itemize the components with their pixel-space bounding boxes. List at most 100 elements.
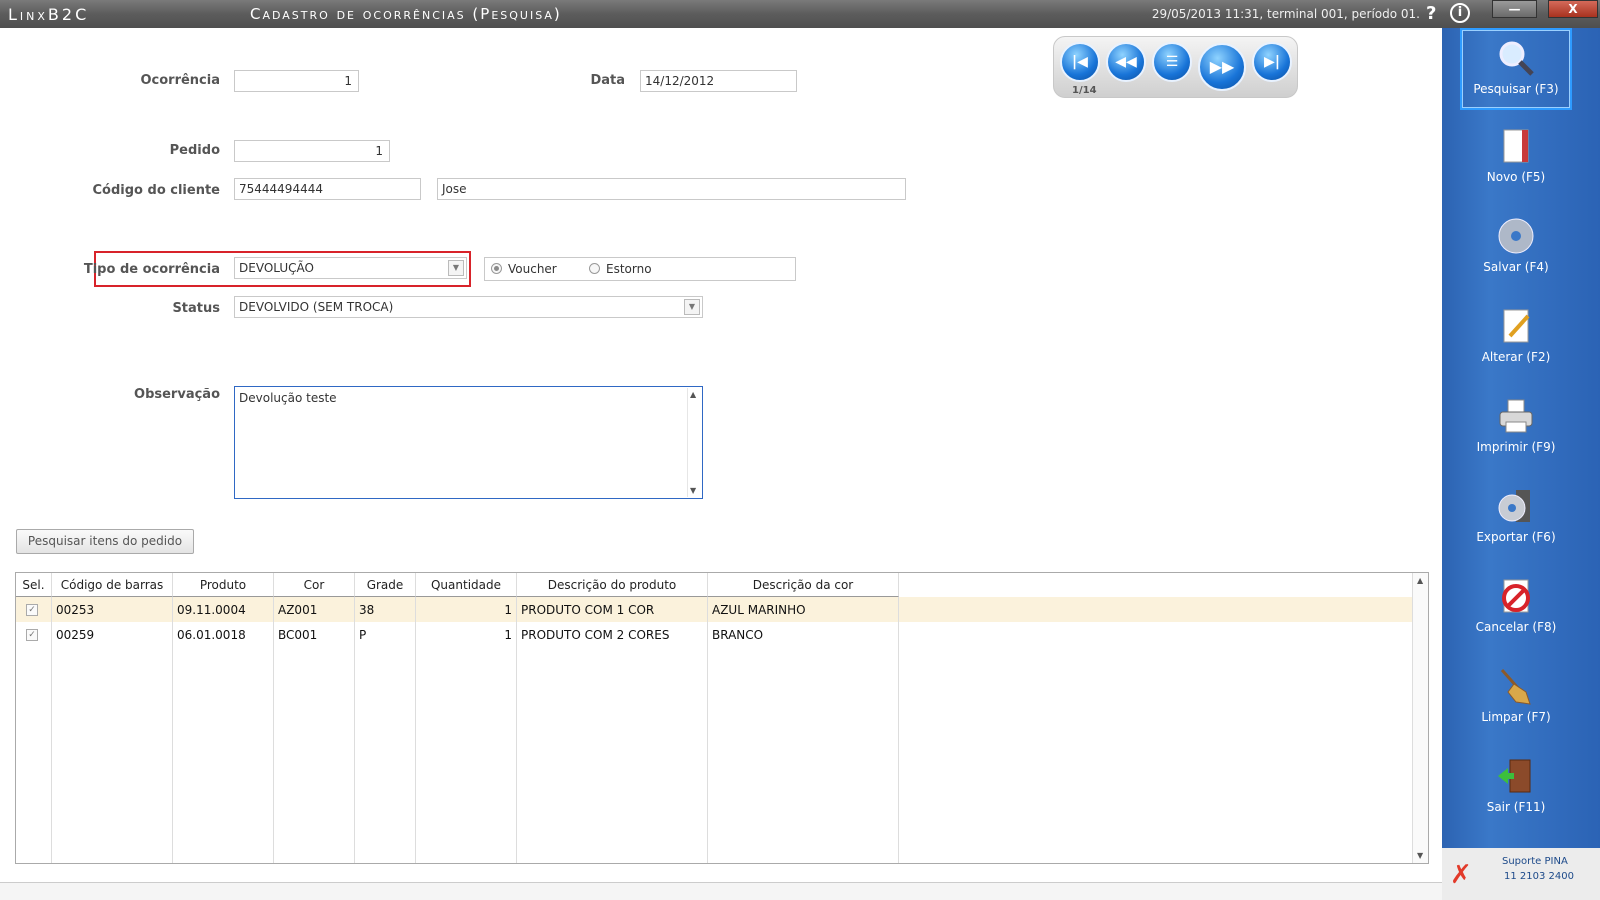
cancel-icon [1496, 576, 1536, 616]
voucher-radio[interactable]: Voucher [491, 262, 557, 276]
column-header-desc-cor[interactable]: Descrição da cor [708, 573, 899, 597]
cell-cor: BC001 [278, 628, 318, 642]
cliente-name-field[interactable]: Jose [437, 178, 906, 200]
ocorrencia-label: Ocorrência [140, 73, 220, 88]
new-button[interactable]: Novo (F5) [1460, 118, 1572, 200]
scroll-up-icon[interactable]: ▲ [1417, 576, 1423, 585]
record-counter: 1/14 [1072, 85, 1097, 96]
status-select-value: DEVOLVIDO (SEM TROCA) [239, 300, 394, 314]
printer-icon [1496, 396, 1536, 436]
info-icon[interactable]: i [1450, 3, 1470, 23]
radio-checked-icon [491, 263, 502, 274]
title-bar: LinxB2C Cadastro de ocorrências (Pesquis… [0, 0, 1600, 28]
cell-produto: 09.11.0004 [177, 603, 246, 617]
disc-icon [1496, 216, 1536, 256]
status-select[interactable]: DEVOLVIDO (SEM TROCA) ▼ [234, 296, 703, 318]
help-icon[interactable]: ? [1426, 3, 1436, 24]
cell-desc-produto: PRODUTO COM 2 CORES [521, 628, 670, 642]
row-checkbox[interactable]: ✓ [26, 629, 38, 641]
column-divider [516, 597, 517, 863]
support-phone: 11 2103 2400 [1504, 871, 1574, 882]
column-header-produto[interactable]: Produto [173, 573, 274, 597]
search-items-button[interactable]: Pesquisar itens do pedido [16, 529, 194, 554]
support-panel: ✗ Suporte PINA 11 2103 2400 [1442, 848, 1600, 900]
scroll-up-icon[interactable]: ▲ [690, 390, 696, 399]
reembolso-radio-group: Voucher Estorno [484, 257, 796, 281]
session-info: 29/05/2013 11:31, terminal 001, período … [1151, 7, 1420, 21]
save-button-label: Salvar (F4) [1483, 260, 1549, 274]
data-label: Data [590, 73, 625, 88]
edit-button-label: Alterar (F2) [1481, 350, 1551, 364]
column-header-barcode[interactable]: Código de barras [52, 573, 173, 597]
column-header-quantidade[interactable]: Quantidade [416, 573, 517, 597]
table-scrollbar[interactable]: ▲ ▼ [1412, 573, 1428, 863]
exit-button-label: Sair (F11) [1486, 800, 1546, 814]
next-record-button[interactable]: ▶▶ [1198, 43, 1246, 91]
column-header-cor[interactable]: Cor [274, 573, 355, 597]
column-divider [354, 597, 355, 863]
cell-grade: 38 [359, 603, 375, 617]
scroll-down-icon[interactable]: ▼ [1417, 851, 1423, 860]
clear-button[interactable]: Limpar (F7) [1460, 658, 1572, 740]
cell-grade: P [359, 628, 367, 642]
observacao-textarea[interactable]: Devolução teste ▲ ▼ [234, 386, 703, 499]
column-header-desc-produto[interactable]: Descrição do produto [517, 573, 708, 597]
minimize-button[interactable]: — [1492, 0, 1537, 18]
save-button[interactable]: Salvar (F4) [1460, 208, 1572, 290]
chevron-down-icon[interactable]: ▼ [448, 260, 464, 276]
print-button[interactable]: Imprimir (F9) [1460, 388, 1572, 470]
tipo-select[interactable]: DEVOLUÇÃO ▼ [234, 257, 467, 279]
window-title: Cadastro de ocorrências (Pesquisa) [250, 5, 562, 23]
row-checkbox[interactable]: ✓ [26, 604, 38, 616]
exit-door-icon [1496, 756, 1536, 796]
cell-barcode: 00253 [56, 603, 95, 617]
previous-record-button[interactable]: ◀◀ [1106, 42, 1146, 82]
radio-unchecked-icon [589, 263, 600, 274]
linx-logo-icon: ✗ [1450, 860, 1472, 890]
magnifier-icon [1496, 38, 1536, 78]
export-button[interactable]: Exportar (F6) [1460, 478, 1572, 560]
cell-quantidade: 1 [504, 603, 512, 617]
print-button-label: Imprimir (F9) [1476, 440, 1556, 454]
column-divider [707, 597, 708, 863]
items-table: Sel. Código de barras Produto Cor Grade … [15, 572, 1429, 864]
cell-desc-cor: BRANCO [712, 628, 764, 642]
observacao-scrollbar[interactable]: ▲ ▼ [687, 388, 701, 497]
exit-button[interactable]: Sair (F11) [1460, 748, 1572, 830]
chevron-down-icon[interactable]: ▼ [684, 299, 700, 315]
search-button-label: Pesquisar (F3) [1473, 82, 1559, 96]
export-disc-icon [1496, 486, 1536, 526]
app-brand: LinxB2C [8, 5, 90, 24]
cliente-code-field[interactable]: 75444494444 [234, 178, 421, 200]
column-header-grade[interactable]: Grade [355, 573, 416, 597]
cell-desc-cor: AZUL MARINHO [712, 603, 806, 617]
scroll-down-icon[interactable]: ▼ [690, 486, 696, 495]
table-row[interactable]: ✓ 00259 06.01.0018 BC001 P 1 PRODUTO COM… [16, 622, 1412, 647]
column-header-sel[interactable]: Sel. [16, 573, 52, 597]
observacao-label: Observação [134, 387, 220, 402]
data-field[interactable]: 14/12/2012 [640, 70, 797, 92]
pedido-field[interactable]: 1 [234, 140, 390, 162]
estorno-radio[interactable]: Estorno [589, 262, 652, 276]
cell-produto: 06.01.0018 [177, 628, 246, 642]
search-button[interactable]: Pesquisar (F3) [1460, 28, 1572, 110]
observacao-text: Devolução teste [239, 391, 337, 405]
current-record-button[interactable]: ☰ [1152, 42, 1192, 82]
first-record-button[interactable]: |◀ [1060, 42, 1100, 82]
cancel-button[interactable]: Cancelar (F8) [1460, 568, 1572, 650]
cliente-label: Código do cliente [92, 183, 220, 198]
edit-button[interactable]: Alterar (F2) [1460, 298, 1572, 380]
cancel-button-label: Cancelar (F8) [1475, 620, 1557, 634]
status-label: Status [172, 301, 220, 316]
new-button-label: Novo (F5) [1486, 170, 1546, 184]
action-sidebar: Pesquisar (F3) Novo (F5) Salvar (F4) Alt… [1442, 28, 1600, 900]
cell-quantidade: 1 [504, 628, 512, 642]
last-record-button[interactable]: ▶| [1252, 42, 1292, 82]
status-bar [0, 882, 1442, 900]
close-window-button[interactable]: X [1548, 0, 1598, 18]
table-row[interactable]: ✓ 00253 09.11.0004 AZ001 38 1 PRODUTO CO… [16, 597, 1412, 622]
ocorrencia-field[interactable]: 1 [234, 70, 359, 92]
pedido-label: Pedido [169, 143, 220, 158]
edit-pencil-icon [1496, 306, 1536, 346]
cell-barcode: 00259 [56, 628, 95, 642]
